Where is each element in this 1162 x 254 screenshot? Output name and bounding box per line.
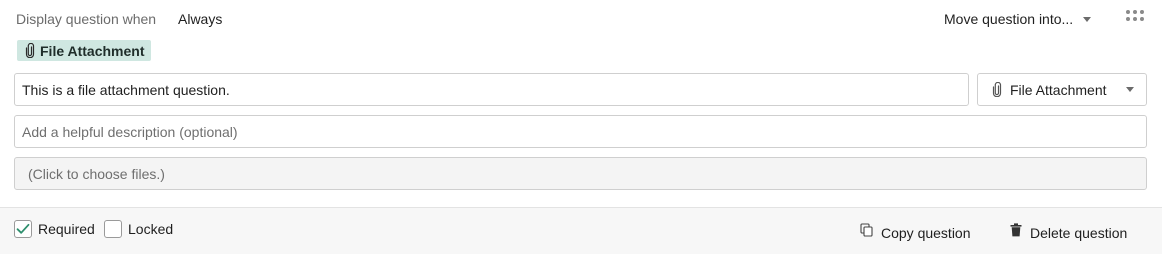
caret-down-icon [1126, 87, 1134, 92]
file-picker-label: (Click to choose files.) [28, 165, 165, 182]
more-dots-icon[interactable] [1125, 9, 1145, 23]
required-toggle[interactable]: Required [14, 220, 95, 238]
paperclip-icon [25, 43, 35, 58]
question-title-input[interactable] [14, 73, 969, 106]
move-question-dropdown[interactable]: Move question into... [944, 8, 1092, 30]
question-type-badge-label: File Attachment [40, 42, 145, 59]
required-checkbox[interactable] [14, 220, 32, 238]
required-label: Required [38, 221, 95, 237]
question-type-select[interactable]: File Attachment [977, 73, 1147, 106]
trash-icon [1010, 223, 1022, 242]
locked-label: Locked [128, 221, 174, 237]
move-question-label: Move question into... [944, 11, 1074, 27]
locked-toggle[interactable]: Locked [104, 220, 173, 238]
question-description-input[interactable] [14, 115, 1147, 148]
copy-question-label: Copy question [881, 224, 971, 241]
question-footer: Required Locked Copy question Delete que… [0, 207, 1162, 254]
question-type-badge: File Attachment [17, 40, 151, 61]
caret-down-icon [1083, 16, 1092, 22]
question-card: Display question when Always Move questi… [0, 0, 1162, 254]
display-condition-label: Display question when [16, 11, 157, 27]
paperclip-icon [992, 82, 1002, 97]
question-type-select-label: File Attachment [1010, 81, 1107, 98]
file-picker[interactable]: (Click to choose files.) [14, 157, 1147, 190]
copy-icon [860, 223, 873, 242]
delete-question-label: Delete question [1030, 224, 1128, 241]
locked-checkbox[interactable] [104, 220, 122, 238]
copy-question-button[interactable]: Copy question [860, 223, 971, 242]
display-condition-value[interactable]: Always [178, 11, 222, 27]
delete-question-button[interactable]: Delete question [1010, 223, 1127, 242]
